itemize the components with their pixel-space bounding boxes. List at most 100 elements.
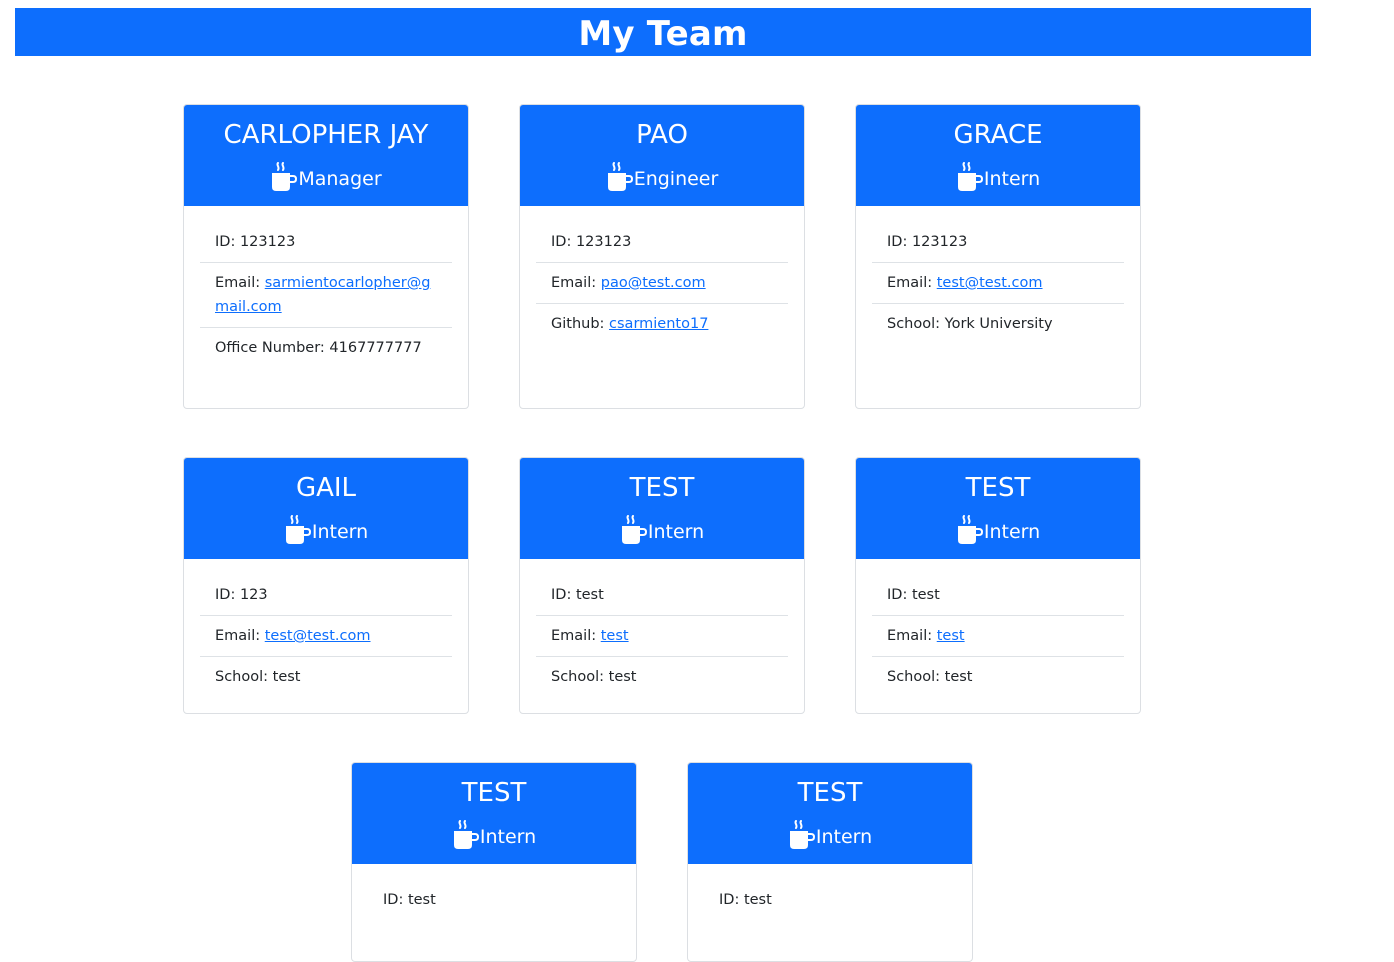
id-value: test <box>743 892 772 908</box>
email-link[interactable]: test@test.com <box>937 275 1043 291</box>
school-label: School: <box>887 669 945 685</box>
id-value: 123123 <box>575 234 632 250</box>
role-label: Intern <box>479 826 537 848</box>
card-body: ID: 123123 Email: sarmientocarlopher@gmai… <box>184 206 468 378</box>
mug-hot-icon <box>956 162 984 192</box>
github-label: Github: <box>551 316 610 332</box>
card-header: CARLOPHER JAY Manager <box>184 105 468 206</box>
mug-hot-icon <box>606 162 634 192</box>
role-label: Intern <box>647 521 705 543</box>
card-body: ID: 123 Email: test@test.com School: test <box>184 559 468 707</box>
employee-card: PAO Engineer ID: 123123 Email: pao@test.com… <box>519 104 805 409</box>
employee-role: Manager <box>184 162 468 192</box>
mug-hot-icon <box>620 515 648 545</box>
email-link[interactable]: test <box>937 628 965 644</box>
school-row: School: York University <box>872 304 1124 344</box>
employee-card: GRACE Intern ID: 123123 Email: test@test.co… <box>855 104 1141 409</box>
role-label: Intern <box>311 521 369 543</box>
office-value: 4167777777 <box>329 340 422 356</box>
card-body: ID: 123123 Email: test@test.com School: Yo… <box>856 206 1140 354</box>
card-body: ID: test <box>688 864 972 930</box>
employee-role: Intern <box>856 162 1140 192</box>
github-row: Github: csarmiento17 <box>536 304 788 344</box>
id-row: ID: 123123 <box>536 222 788 263</box>
role-label: Manager <box>298 168 382 190</box>
mug-hot-icon <box>956 515 984 545</box>
card-header: TEST Intern <box>688 763 972 864</box>
employee-card: TEST Intern ID: test Email: test School: tes… <box>519 457 805 714</box>
employee-role: Intern <box>352 820 636 850</box>
role-label: Intern <box>983 521 1041 543</box>
id-row: ID: test <box>704 880 956 920</box>
employee-card: TEST Intern ID: test <box>351 762 637 962</box>
card-header: PAO Engineer <box>520 105 804 206</box>
employee-name: TEST <box>629 473 695 503</box>
school-row: School: test <box>872 657 1124 697</box>
id-value: test <box>911 587 940 603</box>
email-label: Email: <box>887 275 937 291</box>
email-label: Email: <box>551 628 601 644</box>
school-label: School: <box>215 669 273 685</box>
id-label: ID: <box>383 892 408 908</box>
office-label: Office Number: <box>215 340 330 356</box>
mug-hot-icon <box>788 820 816 850</box>
employee-name: TEST <box>461 778 527 808</box>
email-row: Email: sarmientocarlopher@gmail.com <box>200 263 452 328</box>
office-row: Office Number: 4167777777 <box>200 328 452 368</box>
email-link[interactable]: pao@test.com <box>601 275 706 291</box>
team-grid: CARLOPHER JAY Manager ID: 123123 Email: sar… <box>0 0 1394 962</box>
employee-card: CARLOPHER JAY Manager ID: 123123 Email: sar… <box>183 104 469 409</box>
employee-card: TEST Intern ID: test <box>687 762 973 962</box>
role-label: Intern <box>815 826 873 848</box>
id-row: ID: 123 <box>200 575 452 616</box>
school-row: School: test <box>536 657 788 697</box>
school-row: School: test <box>200 657 452 697</box>
card-header: GRACE Intern <box>856 105 1140 206</box>
email-row: Email: test <box>536 616 788 657</box>
id-label: ID: <box>215 234 240 250</box>
email-link[interactable]: test@test.com <box>265 628 371 644</box>
email-row: Email: test@test.com <box>872 263 1124 304</box>
email-label: Email: <box>215 628 265 644</box>
card-header: GAIL Intern <box>184 458 468 559</box>
role-label: Engineer <box>633 168 719 190</box>
id-label: ID: <box>215 587 240 603</box>
employee-role: Intern <box>520 515 804 545</box>
github-link[interactable]: csarmiento17 <box>609 316 708 332</box>
school-value: test <box>608 669 637 685</box>
id-value: test <box>407 892 436 908</box>
employee-name: TEST <box>797 778 863 808</box>
id-value: 123123 <box>239 234 296 250</box>
card-header: TEST Intern <box>352 763 636 864</box>
employee-role: Intern <box>856 515 1140 545</box>
email-label: Email: <box>551 275 601 291</box>
email-label: Email: <box>215 275 265 291</box>
employee-role: Intern <box>688 820 972 850</box>
id-value: 123123 <box>911 234 968 250</box>
card-body: ID: test Email: test School: test <box>520 559 804 707</box>
role-label: Intern <box>983 168 1041 190</box>
school-value: test <box>944 669 973 685</box>
employee-name: PAO <box>636 120 688 150</box>
id-label: ID: <box>551 587 576 603</box>
id-value: test <box>575 587 604 603</box>
id-row: ID: 123123 <box>872 222 1124 263</box>
id-row: ID: test <box>536 575 788 616</box>
employee-card: TEST Intern ID: test Email: test School: tes… <box>855 457 1141 714</box>
school-label: School: <box>551 669 609 685</box>
employee-name: CARLOPHER JAY <box>223 120 429 150</box>
id-value: 123 <box>239 587 268 603</box>
school-value: test <box>272 669 301 685</box>
email-link[interactable]: test <box>601 628 629 644</box>
school-label: School: <box>887 316 945 332</box>
id-row: ID: test <box>872 575 1124 616</box>
mug-hot-icon <box>452 820 480 850</box>
employee-name: GRACE <box>953 120 1043 150</box>
email-row: Email: pao@test.com <box>536 263 788 304</box>
employee-name: GAIL <box>295 473 357 503</box>
email-label: Email: <box>887 628 937 644</box>
email-row: Email: test@test.com <box>200 616 452 657</box>
id-row: ID: test <box>368 880 620 920</box>
id-label: ID: <box>887 234 912 250</box>
id-row: ID: 123123 <box>200 222 452 263</box>
